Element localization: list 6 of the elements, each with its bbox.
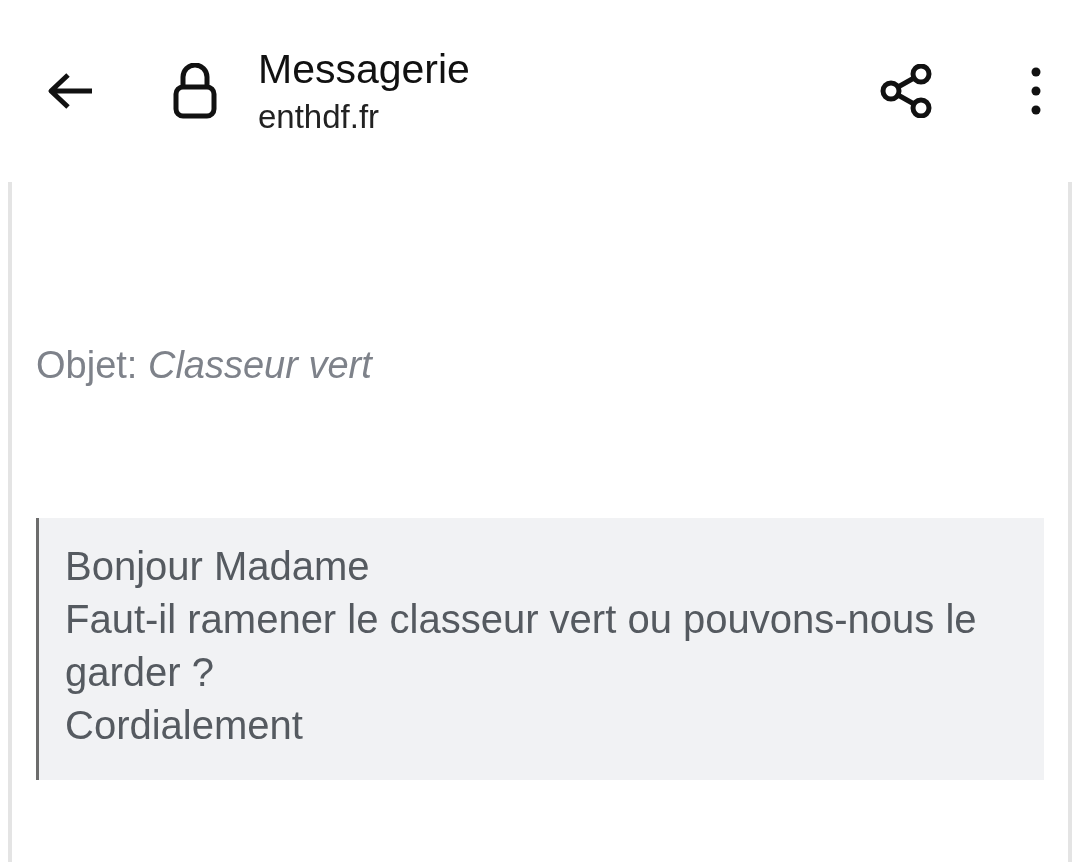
email-subject: Objet: Classeur vert	[36, 343, 374, 388]
message-line: Faut-il ramener le classeur vert ou pouvons-nous le garder ?	[65, 596, 978, 696]
page-url: enthdf.fr	[258, 97, 381, 137]
message-line: Bonjour Madame	[65, 543, 371, 590]
message-line: Cordialement	[65, 702, 304, 749]
page-title: Messagerie	[258, 45, 471, 94]
